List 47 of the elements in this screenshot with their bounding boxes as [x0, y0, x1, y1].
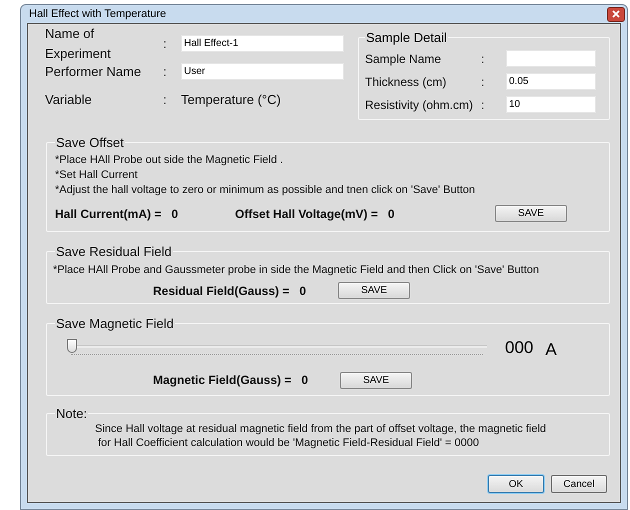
text-field[interactable]: Hall Effect-1	[181, 35, 344, 52]
group-title: Save Offset	[55, 134, 125, 152]
colon: :	[481, 96, 486, 114]
dialog-button[interactable]: Cancel	[551, 475, 607, 493]
group-title: Sample Detail	[365, 29, 448, 47]
unit-label: A	[545, 338, 557, 360]
reading-value: 0	[388, 206, 395, 222]
instruction-text: *Set Hall Current	[55, 168, 139, 182]
field-label: Resistivity (ohm.cm)	[365, 96, 474, 114]
field-label: Sample Name	[365, 50, 442, 68]
colon: :	[481, 50, 486, 68]
reading-label: Residual Field(Gauss) =	[153, 282, 290, 300]
field-label: Variable	[45, 90, 93, 109]
group-title: Save Residual Field	[55, 243, 173, 261]
field-label: Thickness (cm)	[365, 74, 448, 90]
close-icon	[612, 10, 620, 18]
text-field[interactable]: User	[181, 63, 344, 80]
group-title: Note:	[55, 405, 88, 423]
dialog-button[interactable]: OK	[488, 475, 544, 493]
reading-label: Magnetic Field(Gauss) =	[153, 372, 292, 389]
reading-label: Offset Hall Voltage(mV) =	[235, 206, 378, 222]
colon: :	[163, 90, 168, 109]
text-field[interactable]: 10	[506, 96, 596, 113]
note-text: Since Hall voltage at residual magnetic field from the part of offset voltage, the magnetic field	[95, 422, 548, 436]
save-button[interactable]: SAVE	[338, 282, 410, 299]
close-button[interactable]	[607, 6, 625, 22]
field-value: Temperature (°C)	[181, 90, 281, 109]
colon: :	[163, 34, 168, 53]
current-readout: 000	[505, 337, 534, 359]
group-title: Save Magnetic Field	[55, 315, 175, 333]
field-label: Name of Experiment	[45, 25, 112, 63]
note-text: for Hall Coefficient calculation would be 'Magnetic Field-Residual Field' = 0000	[97, 436, 480, 450]
window-title: Hall Effect with Temperature	[29, 6, 166, 22]
field-label: Performer Name	[45, 62, 142, 81]
reading-value: 0	[301, 372, 308, 389]
reading-value: 0	[171, 206, 178, 222]
instruction-text: *Place HAll Probe out side the Magnetic Field .	[55, 152, 284, 168]
text-field[interactable]: 0.05	[506, 73, 596, 90]
instruction-text: *Place HAll Probe and Gaussmeter probe in side the Magnetic Field and then Click on 'Save' Button	[53, 262, 540, 278]
reading-value: 0	[299, 282, 306, 300]
save-button[interactable]: SAVE	[495, 205, 567, 222]
colon: :	[481, 74, 486, 90]
instruction-text: *Adjust the hall voltage to zero or minimum as possible and tnen click on 'Save' Button	[55, 182, 476, 198]
save-button[interactable]: SAVE	[340, 372, 412, 388]
colon: :	[163, 62, 168, 81]
text-field[interactable]	[506, 50, 596, 67]
reading-label: Hall Current(mA) =	[55, 206, 162, 222]
